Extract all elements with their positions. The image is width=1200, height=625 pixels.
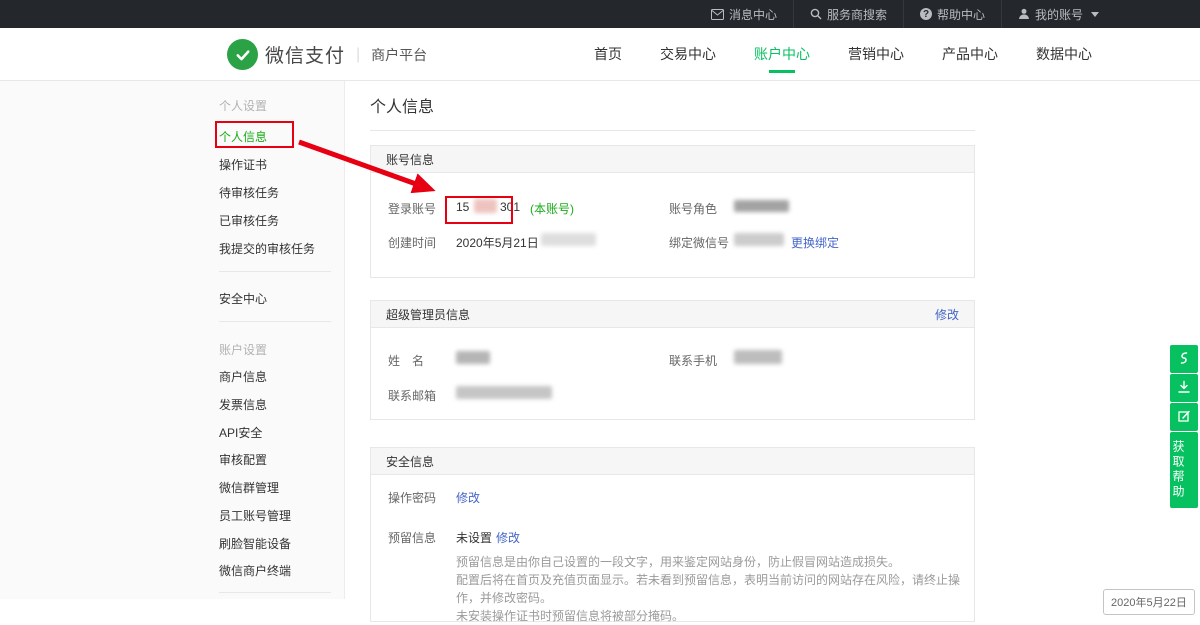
sidebar-item-pending-review[interactable]: 待审核任务 (219, 184, 279, 201)
user-icon (1018, 8, 1030, 20)
admin-edit-link[interactable]: 修改 (935, 306, 959, 323)
login-account-prefix: 15 (456, 200, 469, 214)
feedback-button[interactable] (1170, 403, 1198, 431)
message-center-menu[interactable]: 消息中心 (695, 0, 793, 28)
primary-nav: 首页 交易中心 账户中心 营销中心 产品中心 数据中心 (575, 28, 1111, 80)
login-account-redacted (474, 199, 497, 213)
contact-phone-redacted (734, 350, 782, 364)
super-admin-panel: 超级管理员信息 修改 姓 名 联系手机 联系邮箱 (370, 300, 975, 420)
wechat-pay-logo-icon (227, 39, 258, 70)
title-rule (370, 130, 975, 131)
super-admin-header: 超级管理员信息 (386, 306, 470, 323)
sidebar-divider (219, 321, 331, 322)
created-time-label: 创建时间 (388, 234, 436, 251)
sidebar-item-review-config[interactable]: 审核配置 (219, 451, 267, 468)
my-account-label: 我的账号 (1035, 6, 1083, 23)
sidebar-item-reviewed[interactable]: 已审核任务 (219, 212, 279, 229)
nav-home[interactable]: 首页 (575, 28, 641, 80)
reserved-info-label: 预留信息 (388, 529, 436, 546)
my-account-menu[interactable]: 我的账号 (1001, 0, 1115, 28)
account-role-redacted (734, 200, 789, 212)
account-info-panel: 账号信息 登录账号 15 301 (本账号) 账号角色 创建时间 2020年5月… (370, 145, 975, 278)
download-button[interactable] (1170, 374, 1198, 402)
security-info-panel: 安全信息 操作密码 修改 预留信息 未设置 修改 预留信息是由你自己设置的一段文… (370, 447, 975, 622)
current-account-tag: (本账号) (530, 200, 574, 217)
note-line: 未安装操作证书时预留信息将被部分掩码。 (456, 607, 961, 625)
sidebar (0, 81, 345, 599)
contact-phone-label: 联系手机 (669, 352, 717, 369)
search-icon (810, 8, 822, 20)
reserved-info-status: 未设置 (456, 529, 492, 546)
bound-wechat-label: 绑定微信号 (669, 234, 729, 251)
sidebar-item-merchant-terminal[interactable]: 微信商户终端 (219, 562, 291, 579)
contact-button[interactable] (1170, 345, 1198, 373)
account-info-header: 账号信息 (371, 146, 974, 173)
contact-email-label: 联系邮箱 (388, 387, 436, 404)
note-line: 配置后将在首页及充值页面显示。若未看到预留信息，表明当前访问的网站存在风险，请终… (456, 571, 961, 607)
sidebar-item-staff-account-mgmt[interactable]: 员工账号管理 (219, 507, 291, 524)
nav-data-center[interactable]: 数据中心 (1017, 28, 1111, 80)
sidebar-divider (219, 271, 331, 272)
contact-email-redacted (456, 386, 552, 399)
nav-transaction-center[interactable]: 交易中心 (641, 28, 735, 80)
bound-wechat-redacted (734, 233, 784, 246)
edit-icon (1177, 409, 1191, 426)
provider-search-menu[interactable]: 服务商搜索 (793, 0, 903, 28)
nav-product-center[interactable]: 产品中心 (923, 28, 1017, 80)
page-title: 个人信息 (370, 93, 434, 117)
nav-marketing-center[interactable]: 营销中心 (829, 28, 923, 80)
reserved-info-notes: 预留信息是由你自己设置的一段文字，用来鉴定网站身份，防止假冒网站造成损失。 配置… (456, 553, 961, 625)
sidebar-item-invoice-info[interactable]: 发票信息 (219, 396, 267, 413)
sidebar-item-personal-info[interactable]: 个人信息 (219, 128, 267, 145)
sidebar-item-face-device[interactable]: 刷脸智能设备 (219, 535, 291, 552)
created-time-redacted (541, 233, 596, 246)
top-utility-bar: 消息中心 服务商搜索 ? 帮助中心 我的账号 (0, 0, 1200, 28)
name-redacted (456, 351, 490, 364)
chevron-down-icon (1091, 12, 1099, 17)
floating-help-widget: 获取帮助 (1170, 345, 1198, 508)
created-time-value: 2020年5月21日 (456, 234, 539, 251)
security-info-header: 安全信息 (386, 453, 434, 470)
brand-divider: | (356, 46, 360, 64)
reserved-info-edit-link[interactable]: 修改 (496, 529, 520, 546)
message-center-label: 消息中心 (729, 6, 777, 23)
login-account-suffix: 301 (500, 200, 520, 214)
site-header: 微信支付 | 商户平台 首页 交易中心 账户中心 营销中心 产品中心 数据中心 (0, 28, 1200, 81)
contact-icon (1177, 351, 1191, 368)
help-center-menu[interactable]: ? 帮助中心 (903, 0, 1001, 28)
brand-name: 微信支付 (265, 41, 345, 68)
sidebar-item-my-submitted-review[interactable]: 我提交的审核任务 (219, 240, 315, 257)
operation-password-label: 操作密码 (388, 489, 436, 506)
sidebar-header-personal-settings: 个人设置 (219, 97, 267, 114)
download-icon (1177, 380, 1191, 397)
brand-subtitle: 商户平台 (371, 45, 427, 65)
sidebar-item-operation-cert[interactable]: 操作证书 (219, 156, 267, 173)
question-icon: ? (920, 8, 932, 20)
sidebar-item-wechat-group-mgmt[interactable]: 微信群管理 (219, 479, 279, 496)
sidebar-item-merchant-info[interactable]: 商户信息 (219, 368, 267, 385)
rebind-link[interactable]: 更换绑定 (791, 234, 839, 251)
date-badge: 2020年5月22日 (1103, 589, 1195, 615)
sidebar-item-api-security[interactable]: API安全 (219, 424, 262, 441)
operation-password-edit-link[interactable]: 修改 (456, 489, 480, 506)
get-help-button[interactable]: 获取帮助 (1170, 432, 1198, 508)
login-account-label: 登录账号 (388, 200, 436, 217)
sidebar-item-security-center[interactable]: 安全中心 (219, 290, 267, 307)
sidebar-header-account-settings: 账户设置 (219, 341, 267, 358)
mail-icon (711, 9, 724, 20)
brand[interactable]: 微信支付 | 商户平台 (227, 39, 427, 70)
sidebar-divider (219, 592, 331, 593)
account-role-label: 账号角色 (669, 200, 717, 217)
nav-account-center[interactable]: 账户中心 (735, 28, 829, 80)
name-label: 姓 名 (388, 352, 424, 369)
help-center-label: 帮助中心 (937, 6, 985, 23)
provider-search-label: 服务商搜索 (827, 6, 887, 23)
note-line: 预留信息是由你自己设置的一段文字，用来鉴定网站身份，防止假冒网站造成损失。 (456, 553, 961, 571)
